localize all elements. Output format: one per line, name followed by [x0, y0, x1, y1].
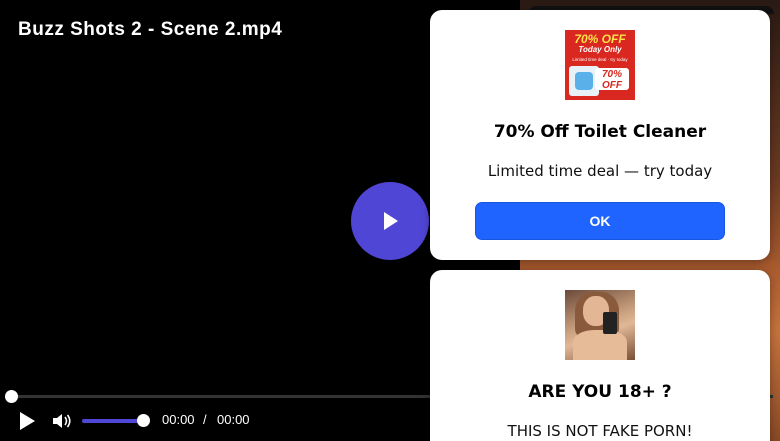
play-icon[interactable] [17, 410, 37, 432]
ok-button[interactable]: OK [475, 202, 725, 240]
volume-slider[interactable] [82, 419, 144, 423]
ad-title: ARE YOU 18+ ? [528, 382, 672, 402]
big-play-button[interactable] [351, 182, 429, 260]
volume-icon[interactable] [52, 412, 72, 430]
ad-popup-age-check[interactable]: ARE YOU 18+ ? THIS IS NOT FAKE PORN! [430, 270, 770, 441]
total-time: 00:00 [217, 412, 250, 427]
promo-badge: 70% OFF [595, 68, 629, 91]
promo-badge-off: OFF [602, 80, 622, 91]
promo-subline: Today Only [578, 45, 622, 54]
ad-photo[interactable] [565, 290, 635, 360]
photo-phone [603, 312, 617, 334]
photo-body [573, 330, 627, 360]
progress-handle[interactable] [5, 390, 18, 403]
ad-product-image[interactable]: 70% OFF Today Only Limited time deal · t… [565, 30, 635, 100]
ad-title: 70% Off Toilet Cleaner [493, 122, 707, 142]
video-title: Buzz Shots 2 - Scene 2.mp4 [18, 19, 283, 40]
promo-badge-percent: 70% [601, 69, 622, 80]
time-separator: / [203, 412, 207, 427]
ad-popup-toilet-cleaner[interactable]: 70% OFF Today Only Limited time deal · t… [430, 10, 770, 260]
current-time: 00:00 [162, 412, 195, 427]
volume-handle[interactable] [137, 414, 150, 427]
ad-text: THIS IS NOT FAKE PORN! [507, 422, 693, 440]
promo-headline: 70% OFF [574, 32, 626, 46]
play-icon [384, 212, 398, 230]
promo-deal-text: Limited time deal · try today [572, 57, 628, 62]
ad-text: Limited time deal — try today [487, 162, 713, 180]
